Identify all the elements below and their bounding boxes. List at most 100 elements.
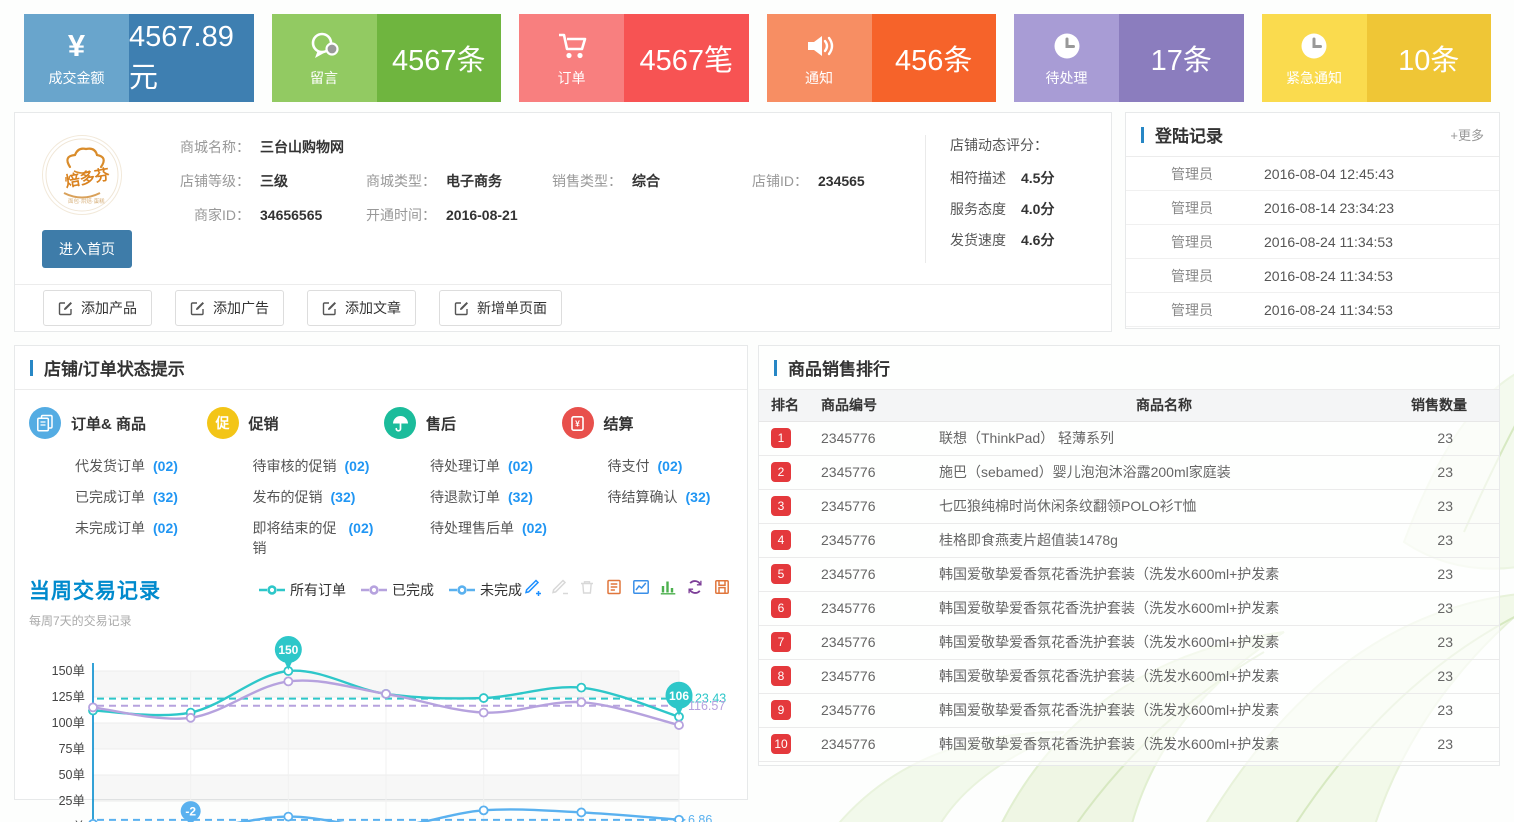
- edit-square-icon: [454, 301, 469, 316]
- status-item[interactable]: 待支付(02): [608, 456, 740, 476]
- login-user: 管理员: [1126, 266, 1264, 286]
- legend-item[interactable]: 未完成: [449, 580, 522, 600]
- ranking-row: 9 2345776 韩国爱敬挚爱香氛花香洗护套装（洗发水600ml+护发素 23: [759, 693, 1499, 727]
- stat-card[interactable]: 订单 4567笔: [519, 14, 749, 102]
- status-item[interactable]: 待退款订单(32): [430, 487, 562, 507]
- legend-item[interactable]: 所有订单: [259, 580, 346, 600]
- status-item-count: (32): [153, 489, 178, 505]
- login-record-row: 管理员 2016-08-04 12:45:43: [1126, 157, 1499, 191]
- edit-remove-icon[interactable]: [551, 578, 569, 596]
- product-qty: 23: [1389, 557, 1499, 591]
- rank-badge: 2: [771, 462, 791, 482]
- stat-card[interactable]: 留言 4567条: [272, 14, 502, 102]
- shop-info-panel: 焙多芬 面包·烘焙·蛋糕 进入首页 商城名称： 三台山购物网: [14, 112, 1112, 332]
- login-record-row: 管理员 2016-08-14 23:34:23: [1126, 191, 1499, 225]
- shop-logo: 焙多芬 面包·烘焙·蛋糕: [42, 135, 122, 215]
- save-icon[interactable]: [713, 578, 731, 596]
- product-name[interactable]: 桂格即食燕麦片超值装1478g: [939, 523, 1389, 557]
- status-item[interactable]: 代发货订单(02): [75, 456, 207, 476]
- shop-action-button[interactable]: 添加广告: [175, 290, 284, 326]
- weekly-trade-chart-block: 当周交易记录 每周7天的交易记录 所有订单: [15, 569, 747, 822]
- product-code: 2345776: [821, 455, 939, 489]
- product-name[interactable]: 七匹狼纯棉时尚休闲条纹翻领POLO衫T恤: [939, 489, 1389, 523]
- svg-text:¥: ¥: [575, 418, 580, 428]
- product-name[interactable]: 韩国爱敬挚爱香氛花香洗护套装（洗发水600ml+护发素: [939, 557, 1389, 591]
- status-group-name: 订单& 商品: [71, 413, 146, 434]
- login-time: 2016-08-24 11:34:53: [1264, 302, 1393, 318]
- edit-add-icon[interactable]: [524, 578, 542, 596]
- product-name[interactable]: 韩国爱敬挚爱香氛花香洗护套装（洗发水600ml+护发素: [939, 659, 1389, 693]
- ranking-row: 1 2345776 联想（ThinkPad） 轻薄系列 23: [759, 421, 1499, 455]
- stat-card[interactable]: 紧急通知 10条: [1262, 14, 1492, 102]
- ranking-header-row: 排名 商品编号 商品名称 销售数量: [759, 390, 1499, 421]
- svg-text:100单: 100单: [52, 716, 85, 730]
- settle-icon: ¥: [562, 407, 594, 439]
- stat-card-value: 10条: [1367, 14, 1492, 102]
- legend-item[interactable]: 已完成: [361, 580, 434, 600]
- shop-field: 销售类型： 综合: [542, 171, 728, 191]
- stat-card[interactable]: 通知 456条: [767, 14, 997, 102]
- data-view-icon[interactable]: [605, 578, 623, 596]
- login-records-title: 登陆记录: [1155, 122, 1450, 147]
- product-name[interactable]: 施巴（sebamed）婴儿泡泡沐浴露200ml家庭装: [939, 455, 1389, 489]
- ranking-table: 排名 商品编号 商品名称 销售数量 1 2345776 联想（ThinkPad）…: [759, 390, 1499, 762]
- rank-badge: 3: [771, 496, 791, 516]
- more-link[interactable]: +更多: [1450, 125, 1484, 144]
- svg-text:面包·烘焙·蛋糕: 面包·烘焙·蛋糕: [68, 197, 105, 205]
- shop-action-button[interactable]: 添加产品: [43, 290, 152, 326]
- product-code: 2345776: [821, 489, 939, 523]
- orders-icon: [29, 407, 61, 439]
- product-name[interactable]: 韩国爱敬挚爱香氛花香洗护套装（洗发水600ml+护发素: [939, 727, 1389, 761]
- status-item-count: (02): [508, 458, 533, 474]
- status-item[interactable]: 未完成订单(02): [75, 518, 207, 538]
- product-qty: 23: [1389, 693, 1499, 727]
- stat-card-label: 留言: [310, 68, 338, 88]
- status-item[interactable]: 待审核的促销(02): [253, 456, 385, 476]
- refresh-icon[interactable]: [686, 578, 704, 596]
- stat-card-value: 4567笔: [624, 14, 749, 102]
- product-name[interactable]: 韩国爱敬挚爱香氛花香洗护套装（洗发水600ml+护发素: [939, 693, 1389, 727]
- stat-card-label: 通知: [805, 68, 833, 88]
- accent-bar: [1141, 127, 1144, 143]
- svg-text:150: 150: [278, 643, 298, 657]
- status-item[interactable]: 待处理订单(02): [430, 456, 562, 476]
- shop-rating-block: 店铺动态评分： 相符描述 4.5分 服务态度 4.0分 发货速度 4.6分: [925, 135, 1101, 263]
- edit-square-icon: [58, 301, 73, 316]
- status-item-count: (02): [345, 458, 370, 474]
- chart-subtitle: 每周7天的交易记录: [29, 612, 237, 629]
- stat-card[interactable]: ¥ 成交金额 4567.89元: [24, 14, 254, 102]
- line-chart-icon[interactable]: [632, 578, 650, 596]
- trash-icon[interactable]: [578, 578, 596, 596]
- status-item[interactable]: 待处理售后单(02): [430, 518, 562, 538]
- shop-info-fields: 商城名称： 三台山购物网 店铺等级： 三级 商城类型：: [170, 135, 925, 268]
- ranking-row: 3 2345776 七匹狼纯棉时尚休闲条纹翻领POLO衫T恤 23: [759, 489, 1499, 523]
- aftersale-icon: [384, 407, 416, 439]
- status-group: 订单& 商品 代发货订单(02) 已完成订单(32) 未完成订单(02): [29, 407, 207, 569]
- status-item[interactable]: 发布的促销(32): [253, 487, 385, 507]
- ranking-row: 4 2345776 桂格即食燕麦片超值装1478g 23: [759, 523, 1499, 557]
- stat-card-label: 订单: [558, 68, 586, 88]
- order-status-panel: 店铺/订单状态提示 订单& 商品 代发货订单(02)已完成订单(32)未完成订单…: [14, 345, 748, 800]
- accent-bar: [774, 360, 777, 376]
- clock-icon: [1050, 25, 1084, 67]
- svg-text:50单: 50单: [59, 768, 85, 782]
- bar-chart-icon[interactable]: [659, 578, 677, 596]
- ranking-row: 7 2345776 韩国爱敬挚爱香氛花香洗护套装（洗发水600ml+护发素 23: [759, 625, 1499, 659]
- product-name[interactable]: 韩国爱敬挚爱香氛花香洗护套装（洗发水600ml+护发素: [939, 625, 1389, 659]
- shop-action-button[interactable]: 添加文章: [307, 290, 416, 326]
- login-time: 2016-08-24 11:34:53: [1264, 268, 1393, 284]
- status-item[interactable]: 已完成订单(32): [75, 487, 207, 507]
- status-item[interactable]: 即将结束的促销(02): [253, 518, 385, 558]
- stat-cards-row: ¥ 成交金额 4567.89元 留言 4567条 订单 4567笔 通知: [0, 0, 1514, 102]
- stat-card[interactable]: 待处理 17条: [1014, 14, 1244, 102]
- enter-home-button[interactable]: 进入首页: [42, 230, 132, 268]
- product-qty: 23: [1389, 421, 1499, 455]
- ranking-title: 商品销售排行: [788, 355, 1484, 380]
- product-name[interactable]: 韩国爱敬挚爱香氛花香洗护套装（洗发水600ml+护发素: [939, 591, 1389, 625]
- status-item-count: (02): [522, 520, 547, 536]
- shop-action-button[interactable]: 新增单页面: [439, 290, 562, 326]
- rating-title: 店铺动态评分：: [950, 135, 1101, 155]
- status-item[interactable]: 待结算确认(32): [608, 487, 740, 507]
- shop-field: 商家ID： 34656565: [170, 205, 356, 225]
- product-name[interactable]: 联想（ThinkPad） 轻薄系列: [939, 421, 1389, 455]
